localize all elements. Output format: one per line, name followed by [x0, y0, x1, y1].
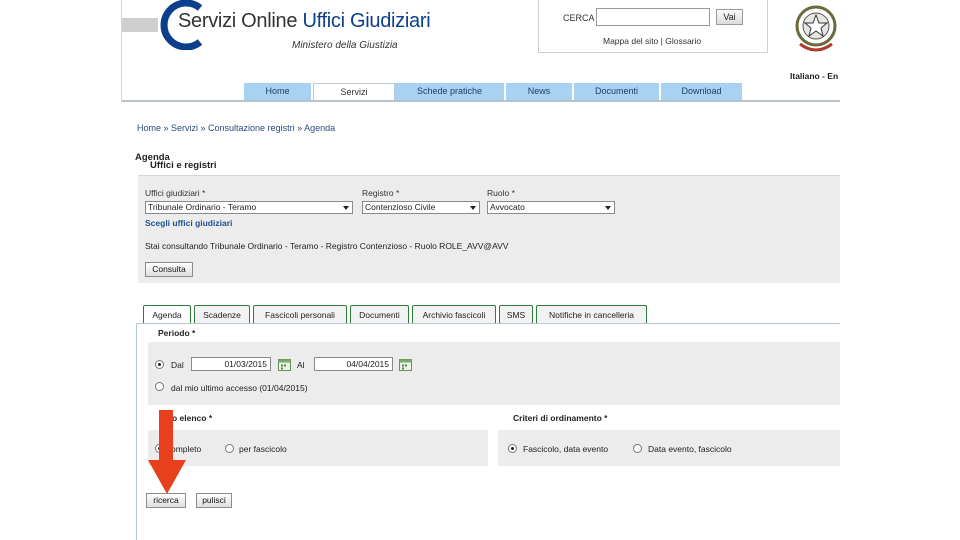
- criteri-panel: Fascicolo, data evento Data evento, fasc…: [498, 430, 840, 466]
- data-fascicolo-radio[interactable]: [633, 444, 642, 453]
- registro-select[interactable]: Contenzioso Civile: [362, 201, 480, 214]
- tab-fascicoli-personali[interactable]: Fascicoli personali: [253, 305, 347, 324]
- tab-frame-border: [136, 323, 137, 540]
- scegli-uffici-link[interactable]: Scegli uffici giudiziari: [145, 218, 232, 228]
- nav-tab-download[interactable]: Download: [661, 83, 744, 100]
- italian-republic-emblem-icon: [795, 5, 837, 52]
- since-last-access-label: dal mio ultimo accesso (01/04/2015): [171, 383, 308, 393]
- registro-label: Registro *: [362, 188, 400, 198]
- periodo-panel: Dal 01/03/2015 Al 04/04/2015 dal mio ult…: [148, 342, 840, 405]
- nav-tab-schede-pratiche[interactable]: Schede pratiche: [395, 83, 506, 100]
- search-box: CERCA Vai Mappa del sito | Glossario: [538, 0, 768, 53]
- search-input[interactable]: [596, 8, 710, 26]
- uffici-select[interactable]: Tribunale Ordinario - Teramo: [145, 201, 353, 214]
- periodo-label: Periodo *: [158, 328, 196, 338]
- al-date-input[interactable]: 04/04/2015: [314, 357, 393, 371]
- dal-date-input[interactable]: 01/03/2015: [191, 357, 271, 371]
- site-logo[interactable]: Servizi Online Uffici Giudiziari Ministe…: [158, 0, 431, 52]
- registro-select-value: Contenzioso Civile: [365, 202, 436, 212]
- logo-title-part1: Servizi Online: [178, 10, 298, 32]
- criteri-label: Criteri di ordinamento *: [513, 413, 608, 423]
- data-fascicolo-label: Data evento, fascicolo: [648, 444, 732, 454]
- consulta-button[interactable]: Consulta: [145, 262, 193, 277]
- search-button[interactable]: Vai: [716, 9, 743, 25]
- dal-label: Dal: [171, 360, 184, 370]
- per-fascicolo-radio[interactable]: [225, 444, 234, 453]
- search-links[interactable]: Mappa del sito | Glossario: [603, 36, 701, 46]
- since-last-access-radio[interactable]: [155, 382, 164, 391]
- chevron-down-icon: [605, 206, 611, 210]
- tab-agenda[interactable]: Agenda: [143, 305, 191, 324]
- fascicolo-data-radio[interactable]: [508, 444, 517, 453]
- ruolo-label: Ruolo *: [487, 188, 515, 198]
- pulisci-button[interactable]: pulisci: [196, 493, 232, 508]
- nav-tab-documenti[interactable]: Documenti: [574, 83, 661, 100]
- logo-subtitle: Ministero della Giustizia: [292, 40, 398, 51]
- tab-documenti[interactable]: Documenti: [350, 305, 409, 324]
- filters-panel: Uffici giudiziari * Tribunale Ordinario …: [138, 175, 840, 283]
- content-tabs: Agenda Scadenze Fascicoli personali Docu…: [143, 305, 650, 324]
- nav-divider: [122, 100, 840, 102]
- section-title: Uffici e registri: [150, 160, 217, 171]
- consultation-status-text: Stai consultando Tribunale Ordinario - T…: [145, 241, 509, 251]
- tab-scadenze[interactable]: Scadenze: [194, 305, 250, 324]
- nav-tab-home[interactable]: Home: [244, 83, 313, 100]
- main-nav: Home Servizi Schede pratiche News Docume…: [244, 83, 744, 101]
- breadcrumb[interactable]: Home » Servizi » Consultazione registri …: [137, 123, 335, 133]
- tab-archivio-fascicoli[interactable]: Archivio fascicoli: [412, 305, 496, 324]
- tab-notifiche-cancelleria[interactable]: Notifiche in cancelleria: [536, 305, 647, 324]
- search-label: CERCA: [563, 13, 595, 23]
- left-gutter: [0, 0, 122, 540]
- al-label: Al: [297, 360, 305, 370]
- tabs-divider: [136, 323, 840, 324]
- chevron-down-icon: [343, 206, 349, 210]
- calendar-icon[interactable]: [399, 358, 412, 371]
- chevron-down-icon: [470, 206, 476, 210]
- uffici-label: Uffici giudiziari *: [145, 188, 206, 198]
- header-grey-bar: [122, 18, 158, 32]
- ruolo-select[interactable]: Avvocato: [487, 201, 615, 214]
- left-divider: [121, 0, 122, 102]
- ruolo-select-value: Avvocato: [490, 202, 525, 212]
- logo-title-part2: Uffici Giudiziari: [302, 10, 431, 32]
- red-arrow-annotation-icon: [148, 410, 186, 494]
- nav-tab-servizi[interactable]: Servizi: [313, 83, 395, 101]
- nav-tab-news[interactable]: News: [506, 83, 574, 100]
- language-switch[interactable]: Italiano - En: [790, 71, 838, 81]
- logo-title: Servizi Online Uffici Giudiziari: [178, 10, 431, 33]
- calendar-icon[interactable]: [278, 358, 291, 371]
- tipo-elenco-panel: ompleto per fascicolo: [148, 430, 488, 466]
- uffici-select-value: Tribunale Ordinario - Teramo: [148, 202, 257, 212]
- dal-radio[interactable]: [155, 360, 164, 369]
- per-fascicolo-label: per fascicolo: [239, 444, 287, 454]
- fascicolo-data-label: Fascicolo, data evento: [523, 444, 609, 454]
- tab-sms[interactable]: SMS: [499, 305, 533, 324]
